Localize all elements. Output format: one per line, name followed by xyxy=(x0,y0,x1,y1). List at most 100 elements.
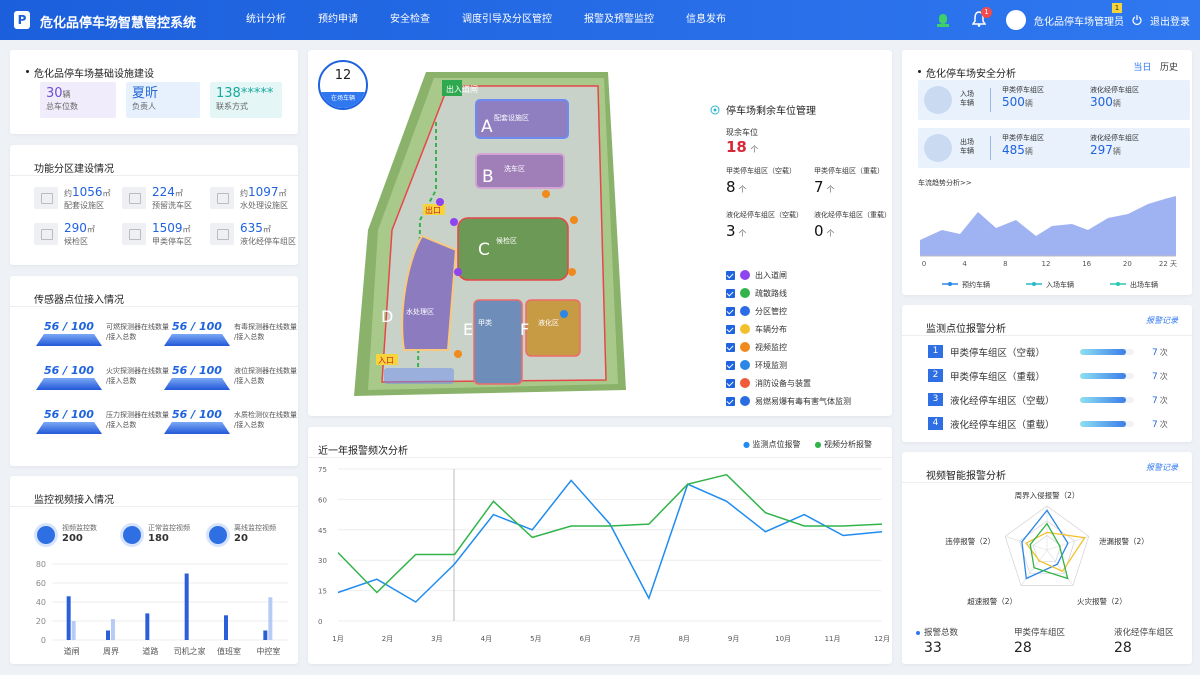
total-label: 液化经停车组区 xyxy=(1114,628,1174,638)
map-legend-item[interactable]: 环境监测 xyxy=(726,356,890,374)
x-tick-label: 22 天 xyxy=(1159,260,1177,268)
layer-icon xyxy=(740,270,750,280)
image-placeholder-icon xyxy=(34,223,58,245)
logout-icon[interactable] xyxy=(1132,15,1142,25)
legend-item[interactable]: ● 视频分析报警 xyxy=(814,439,872,450)
checkbox[interactable] xyxy=(726,324,735,334)
manager-value: 夏昕 xyxy=(132,86,159,101)
video-bar xyxy=(263,630,268,640)
map-legend-item[interactable]: 疏散路线 xyxy=(726,284,890,302)
sensor-value: 56 / 100 xyxy=(44,320,94,333)
parking-cell: 甲类停车组区（空载） 8 个 xyxy=(726,166,814,196)
manager-label: 负责人 xyxy=(132,102,156,111)
nav-dispatch[interactable]: 调度引导及分区管控 xyxy=(446,0,568,40)
trend-title[interactable]: 车流趋势分析>> xyxy=(918,178,972,188)
nav-reservation[interactable]: 预约申请 xyxy=(302,0,374,40)
checkbox[interactable] xyxy=(726,270,735,280)
safety-stat-value: 485 xyxy=(1002,143,1025,157)
app-logo: P xyxy=(14,11,30,29)
avatar[interactable] xyxy=(1006,10,1026,30)
camera-icon xyxy=(206,523,230,547)
monitor-value-line: 7次 xyxy=(1152,393,1168,406)
gate-sign: 出入道闸 xyxy=(446,84,478,94)
top-header: P 危化品停车场智慧管控系统 统计分析 预约申请 安全检查 调度引导及分区管控 … xyxy=(0,0,1200,40)
contact-value: 138***** xyxy=(216,86,274,101)
nav-info[interactable]: 信息发布 xyxy=(670,0,742,40)
video-bar xyxy=(224,615,228,640)
video-alarm-records-link[interactable]: 报警记录 xyxy=(1146,462,1178,473)
trend-legend-label: 预约车辆 xyxy=(962,280,990,289)
monitor-card: 监测点位报警分析 报警记录 1 甲类停车组区（空载） 7 次 2 甲类停车组区（重载） 7 次… xyxy=(902,305,1192,442)
map-legend-item[interactable]: 分区管控 xyxy=(726,302,890,320)
video-bar-chart: 80 60 40 20 0 道闸 周界 道路 司机之家 值班室 中控室 xyxy=(36,560,288,656)
map-legend-label: 易燃易爆有毒有害气体监测 xyxy=(755,396,851,406)
parking-cell-value: 7 xyxy=(814,178,824,196)
zone-b-name: 洗车区 xyxy=(504,164,525,173)
zone-label: 预留洗车区 xyxy=(152,201,192,210)
x-tick-label: 6月 xyxy=(580,635,591,643)
total-value: 33 xyxy=(924,640,942,656)
checkbox[interactable] xyxy=(726,342,735,352)
radar-series xyxy=(1021,509,1069,580)
sensor-item: 56 / 100 火灾探测器在线数量/接入总数 xyxy=(36,364,169,400)
zone-e-letter: E xyxy=(463,320,473,339)
monitor-bar-track xyxy=(1080,349,1134,355)
safety-stat-label: 甲类停车组区 xyxy=(1002,134,1044,142)
y-tick-label: 15 xyxy=(318,588,327,596)
safety-row: 入场 车辆 甲类停车组区 500辆 液化经停车组区 300辆 xyxy=(918,80,1190,120)
map-legend-item[interactable]: 视频监控 xyxy=(726,338,890,356)
zone-c-letter: C xyxy=(478,240,490,260)
logout-link[interactable]: 退出登录 xyxy=(1150,13,1190,28)
x-tick-label: 11月 xyxy=(825,635,841,643)
x-tick-label: 道路 xyxy=(142,646,158,656)
sensor-item: 56 / 100 有毒探测器在线数量/接入总数 xyxy=(164,320,297,356)
map-legend-item[interactable]: 易燃易爆有毒有害气体监测 xyxy=(726,392,890,410)
y-tick-label: 60 xyxy=(318,496,327,504)
total-value: 28 xyxy=(1014,640,1032,656)
map-legend-item[interactable]: 出入道闸 xyxy=(726,266,890,284)
checkbox[interactable] xyxy=(726,360,735,370)
nav-alarm[interactable]: 报警及预警监控 xyxy=(568,0,670,40)
parking-grid: 甲类停车组区（空载） 8 个甲类停车组区（重载） 7 个液化经停车组区（空载） 3 个液化经… xyxy=(726,156,891,252)
x-tick-label: 7月 xyxy=(629,635,640,643)
checkbox[interactable] xyxy=(726,378,735,388)
checkbox[interactable] xyxy=(726,306,735,316)
monitor-bar-fill xyxy=(1080,349,1126,355)
tab-today[interactable]: 当日 xyxy=(1133,63,1151,73)
map-legend-item[interactable]: 消防设备与装置 xyxy=(726,374,890,392)
safety-stat-unit: 辆 xyxy=(1112,147,1121,156)
monitor-records-link[interactable]: 报警记录 xyxy=(1146,315,1178,326)
legend-monitor: 监测点位报警 xyxy=(752,440,801,449)
x-tick-label: 道闸 xyxy=(64,646,80,656)
sensor-value: 56 / 100 xyxy=(172,320,222,333)
monitor-bar-track xyxy=(1080,397,1134,403)
parking-cell-label: 甲类停车组区（重载） xyxy=(814,167,884,175)
parking-title: 停车场剩余车位管理 xyxy=(726,106,816,117)
zone-unit: ㎡ xyxy=(262,225,271,234)
parking-cell-unit: 个 xyxy=(738,229,747,238)
status-light-icon[interactable] xyxy=(936,12,950,28)
parking-cell: 液化经停车组区（重载） 0 个 xyxy=(814,210,902,240)
remain-unit: 个 xyxy=(750,145,759,154)
sensors-title: 传感器点位接入情况 xyxy=(34,295,124,306)
legend-item[interactable]: ● 监测点位报警 xyxy=(743,439,801,450)
video-stat-label: 离线监控视频 xyxy=(234,524,276,532)
parking-cell-value-line: 8个 xyxy=(726,178,814,196)
y-tick-label: 75 xyxy=(318,466,327,474)
x-tick-label: 周界 xyxy=(103,647,119,656)
safety-row-label: 出场 车辆 xyxy=(960,138,974,156)
user-menu[interactable]: 危化品停车场管理员 1 xyxy=(1034,2,1124,28)
parking-cell-value-line: 3个 xyxy=(726,222,814,240)
video-stat-value: 200 xyxy=(62,533,83,544)
parking-map[interactable]: A 配套设施区 B 洗车区 C 候检区 D 水处理区 E 甲类 F 液化区 出口… xyxy=(308,50,708,416)
checkbox[interactable] xyxy=(726,288,735,298)
safety-stat-value: 300 xyxy=(1090,95,1113,109)
monitor-title: 监测点位报警分析 xyxy=(926,324,1006,335)
tab-history[interactable]: 历史 xyxy=(1160,63,1178,73)
notification-bell[interactable]: 1 xyxy=(971,6,992,30)
map-legend-item[interactable]: 车辆分布 xyxy=(726,320,890,338)
nav-safety-check[interactable]: 安全检查 xyxy=(374,0,446,40)
checkbox[interactable] xyxy=(726,396,735,406)
video-card: 监控视频接入情况 视频监控数 200 正常监控视频 180 离线监控视频 20 80 60 4… xyxy=(10,476,298,664)
nav-stats[interactable]: 统计分析 xyxy=(230,0,302,40)
